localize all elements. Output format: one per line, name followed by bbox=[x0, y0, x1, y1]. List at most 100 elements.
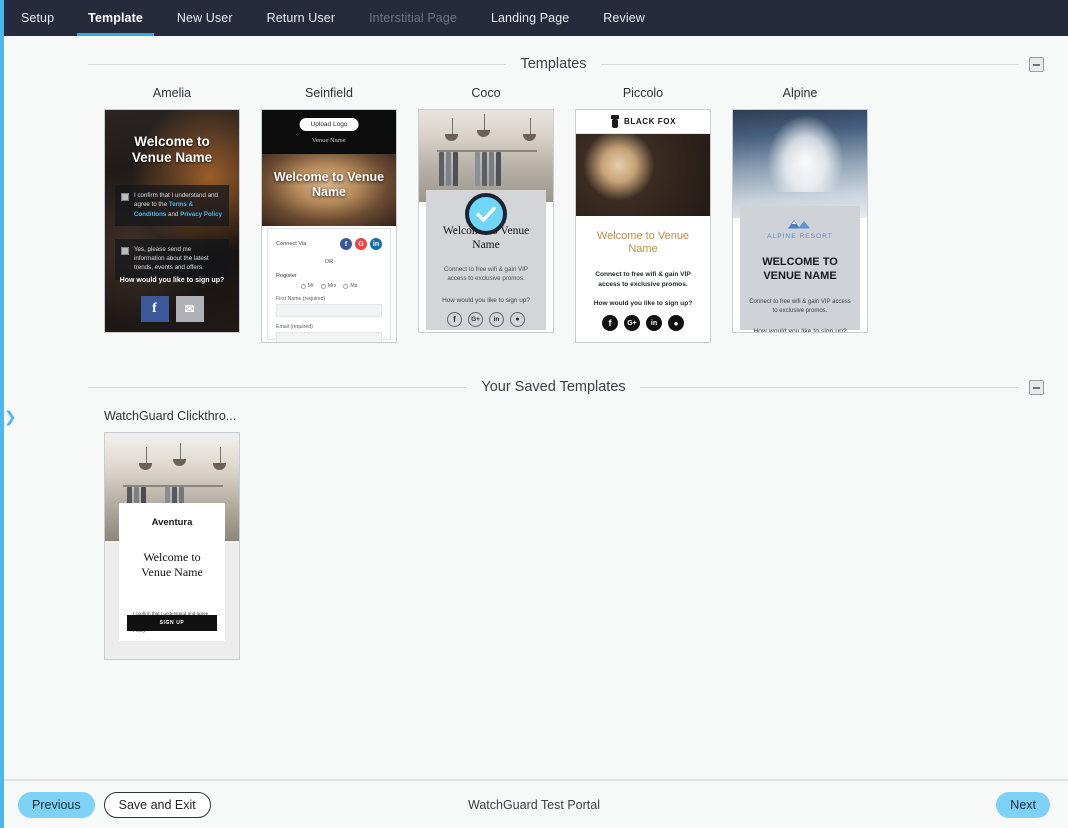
alpine-mountain-icon bbox=[748, 218, 852, 229]
tab-landing-page[interactable]: Landing Page bbox=[474, 0, 586, 36]
divider-left bbox=[88, 64, 506, 65]
template-card-seinfield[interactable]: Seinfield Upload Logo Venue Name Welcome… bbox=[259, 86, 399, 343]
tab-label: Setup bbox=[21, 11, 54, 25]
signup-question: How would you like to sign up? bbox=[748, 328, 852, 333]
first-name-input[interactable] bbox=[276, 304, 382, 317]
linkedin-icon[interactable]: in bbox=[646, 315, 662, 331]
tab-label: Review bbox=[603, 11, 645, 25]
linkedin-icon[interactable]: in bbox=[370, 238, 382, 250]
template-name: Coco bbox=[416, 86, 556, 102]
social-buttons: f G+ in ● bbox=[434, 312, 538, 327]
template-name: Piccolo bbox=[573, 86, 713, 102]
radio-dot bbox=[301, 284, 306, 289]
radio-dot bbox=[343, 284, 348, 289]
saved-templates-grid: WatchGuard Clickthro... bbox=[0, 401, 1068, 660]
email-icon[interactable]: ✉ bbox=[176, 296, 204, 322]
consent-mid: and bbox=[166, 211, 180, 218]
welcome-title: WELCOME TO VENUE NAME bbox=[748, 255, 852, 284]
divider-right bbox=[640, 387, 1019, 388]
alpine-panel: ALPINE RESORT WELCOME TO VENUE NAME Conn… bbox=[740, 206, 860, 330]
signup-question: How would you like to sign up? bbox=[434, 297, 538, 304]
google-plus-icon[interactable]: G+ bbox=[468, 312, 483, 327]
welcome-title: Welcome to Venue Name bbox=[268, 170, 390, 200]
tab-template[interactable]: Template bbox=[71, 0, 160, 36]
tab-label: New User bbox=[177, 11, 233, 25]
tab-new-user[interactable]: New User bbox=[160, 0, 250, 36]
checkbox-terms[interactable] bbox=[121, 193, 129, 201]
social-buttons: f G in bbox=[340, 238, 382, 250]
radio-mrs[interactable]: Mrs bbox=[321, 283, 337, 289]
save-and-exit-button[interactable]: Save and Exit bbox=[104, 792, 211, 818]
social-buttons: f G+ in ● bbox=[576, 315, 710, 331]
store-photo bbox=[419, 110, 553, 202]
template-preview[interactable]: Aventura Welcome to Venue Name Connect t… bbox=[418, 109, 554, 333]
content-area: Templates Amelia Welcome to Venue Name bbox=[0, 36, 1068, 780]
tab-label: Return User bbox=[267, 11, 335, 25]
twitter-icon[interactable]: ● bbox=[668, 315, 684, 331]
coffee-photo bbox=[576, 134, 710, 216]
facebook-icon[interactable]: f bbox=[447, 312, 462, 327]
wizard-footer: Previous Save and Exit WatchGuard Test P… bbox=[0, 780, 1068, 828]
radio-mr[interactable]: Mr bbox=[301, 283, 314, 289]
tab-label: Interstitial Page bbox=[369, 11, 457, 25]
collapse-templates-button[interactable] bbox=[1029, 57, 1044, 72]
checkbox-marketing[interactable] bbox=[121, 247, 129, 255]
signup-button[interactable]: SIGN UP bbox=[127, 615, 217, 631]
divider-left bbox=[88, 387, 467, 388]
template-card-amelia[interactable]: Amelia Welcome to Venue Name I confirm t… bbox=[102, 86, 242, 343]
privacy-link[interactable]: Privacy Policy bbox=[180, 211, 222, 218]
google-plus-icon[interactable]: G bbox=[355, 238, 367, 250]
welcome-title: Welcome to Venue Name bbox=[115, 134, 229, 167]
title-radios: Mr Mrs Ms bbox=[276, 283, 382, 289]
email-label: Email (required) bbox=[276, 324, 382, 330]
tab-setup[interactable]: Setup bbox=[4, 0, 71, 36]
facebook-icon[interactable]: f bbox=[602, 315, 618, 331]
signup-buttons: f ✉ bbox=[105, 296, 239, 322]
radio-ms[interactable]: Ms bbox=[343, 283, 357, 289]
saved-template-card[interactable]: WatchGuard Clickthro... bbox=[102, 409, 242, 660]
brand-bar: BLACK FOX bbox=[576, 110, 710, 134]
connect-via-label: Connect Via bbox=[276, 241, 306, 247]
email-input[interactable] bbox=[276, 332, 382, 343]
linkedin-icon[interactable]: in bbox=[489, 312, 504, 327]
consent-text-terms: I confirm that I understand and agree to… bbox=[134, 191, 223, 219]
template-card-piccolo[interactable]: Piccolo BLACK FOX Welcome to Venue Name … bbox=[573, 86, 713, 343]
facebook-icon[interactable]: f bbox=[340, 238, 352, 250]
template-name: Seinfield bbox=[259, 86, 399, 102]
template-card-coco[interactable]: Coco bbox=[416, 86, 556, 343]
welcome-title: Welcome to Venue Name bbox=[576, 230, 710, 257]
collapse-saved-templates-button[interactable] bbox=[1029, 380, 1044, 395]
signup-form: Connect Via f G in OR Register Mr bbox=[267, 228, 391, 340]
consent-box-marketing: Yes, please send me information about th… bbox=[115, 239, 229, 280]
logo-bar: Upload Logo Venue Name bbox=[262, 110, 396, 154]
amelia-preview: Welcome to Venue Name I confirm that I u… bbox=[105, 110, 239, 332]
facebook-icon[interactable]: f bbox=[141, 296, 169, 322]
divider-right bbox=[601, 64, 1019, 65]
template-preview[interactable]: BLACK FOX Welcome to Venue Name Connect … bbox=[575, 109, 711, 343]
sidebar-expand-chevron-icon[interactable]: ❯ bbox=[4, 406, 18, 428]
google-plus-icon[interactable]: G+ bbox=[624, 315, 640, 331]
next-button[interactable]: Next bbox=[996, 792, 1050, 818]
tab-return-user[interactable]: Return User bbox=[250, 0, 352, 36]
tab-review[interactable]: Review bbox=[586, 0, 662, 36]
twitter-icon[interactable]: ● bbox=[510, 312, 525, 327]
templates-section-title: Templates bbox=[506, 56, 600, 72]
signup-question: How would you like to sign up? bbox=[576, 300, 710, 307]
subtitle: Connect to free wifi & gain VIP access t… bbox=[576, 270, 710, 290]
hero-photo: Welcome to Venue Name bbox=[262, 154, 396, 226]
saved-template-name: WatchGuard Clickthro... bbox=[102, 409, 242, 425]
upload-logo-button[interactable]: Upload Logo bbox=[300, 118, 359, 131]
venue-name-label: Venue Name bbox=[262, 138, 396, 144]
selected-checkmark-icon bbox=[465, 193, 507, 235]
templates-section-header: Templates bbox=[0, 50, 1068, 78]
or-separator: OR bbox=[276, 259, 382, 265]
template-preview[interactable]: ALPINE RESORT WELCOME TO VENUE NAME Conn… bbox=[732, 109, 868, 333]
template-preview[interactable]: Upload Logo Venue Name Welcome to Venue … bbox=[261, 109, 397, 343]
subtitle: Connect to free wifi & gain VIP access t… bbox=[748, 298, 852, 317]
saved-template-preview[interactable]: Aventura Welcome to Venue Name I confirm… bbox=[104, 432, 240, 660]
snow-photo bbox=[733, 110, 867, 218]
brand-name: Aventura bbox=[129, 517, 215, 528]
template-card-alpine[interactable]: Alpine ALPINE RESORT WELCOME TO VENUE NA… bbox=[730, 86, 870, 343]
template-preview[interactable]: Welcome to Venue Name I confirm that I u… bbox=[104, 109, 240, 333]
previous-button[interactable]: Previous bbox=[18, 792, 95, 818]
